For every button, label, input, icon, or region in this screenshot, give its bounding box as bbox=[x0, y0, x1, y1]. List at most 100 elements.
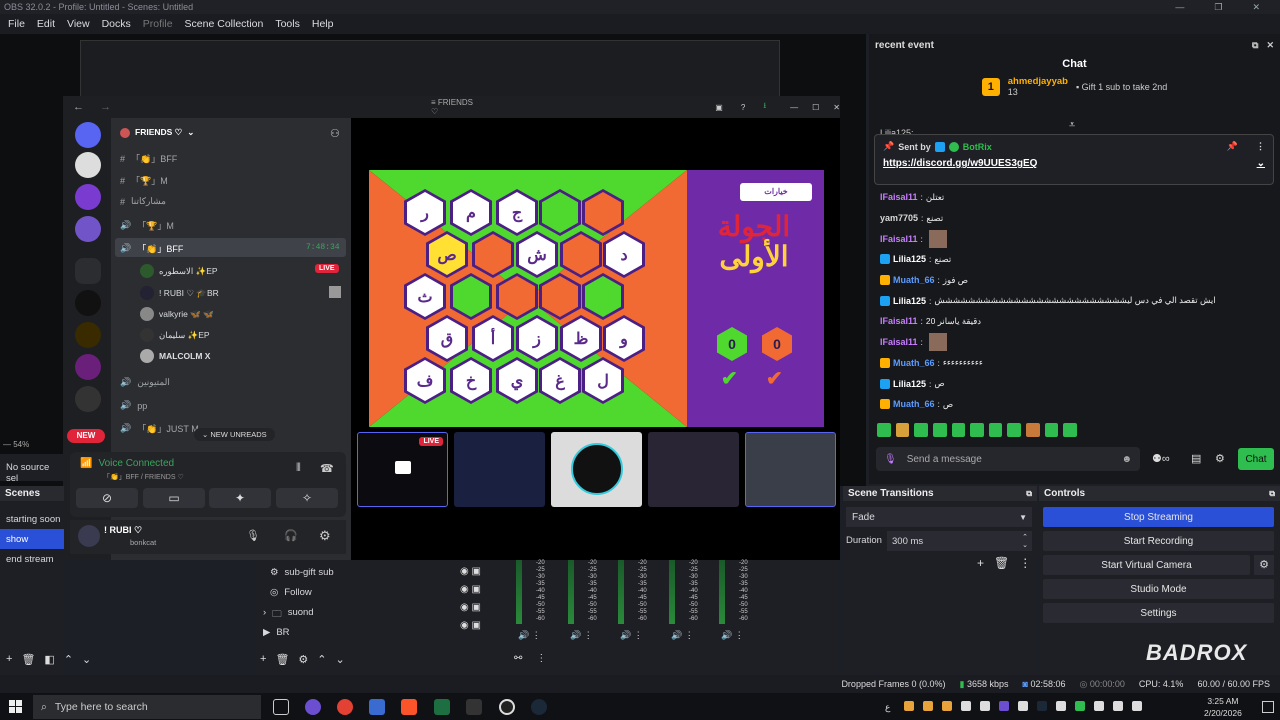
forward-icon[interactable]: → bbox=[100, 101, 111, 113]
more-icon[interactable]: ⋮ bbox=[536, 653, 546, 664]
tray-icon[interactable] bbox=[923, 701, 933, 711]
stream-thumbnail[interactable]: LIVE bbox=[357, 432, 448, 507]
close-button[interactable]: ✕ bbox=[1252, 2, 1260, 13]
disconnect-icon[interactable]: ☎ bbox=[320, 462, 334, 475]
scene-item-selected[interactable]: show bbox=[0, 529, 64, 549]
source-item[interactable]: ⚙ sub-gift sub bbox=[270, 567, 334, 578]
discord-home-icon[interactable] bbox=[75, 122, 101, 148]
unpin-icon[interactable]: 📌 bbox=[1227, 141, 1238, 152]
mute-icon[interactable]: 🔊 ⋮ bbox=[518, 630, 541, 641]
emote-icon[interactable] bbox=[914, 423, 928, 437]
up-icon[interactable]: ⌃ bbox=[64, 653, 73, 666]
server-icon[interactable] bbox=[75, 216, 101, 242]
chat-username[interactable]: IFaisal11 bbox=[880, 316, 918, 326]
down-icon[interactable]: ⌄ bbox=[82, 653, 91, 666]
participant-thumbnail[interactable] bbox=[551, 432, 642, 507]
task-view-icon[interactable] bbox=[273, 699, 289, 715]
voice-user[interactable]: MALCOLM X bbox=[140, 349, 210, 363]
float-icon[interactable]: ⧉ bbox=[1252, 40, 1258, 51]
add-icon[interactable]: + bbox=[6, 653, 12, 666]
menu-help[interactable]: Help bbox=[306, 18, 340, 30]
voice-user[interactable]: ! RUBI ♡ 🎓BR bbox=[140, 286, 219, 300]
taskbar-search[interactable]: ⌕ Type here to search bbox=[33, 695, 261, 719]
chat-username[interactable]: IFaisal11 bbox=[880, 234, 918, 244]
new-unreads-pill[interactable]: ⌄ NEW UNREADS bbox=[194, 428, 275, 441]
emote-icon[interactable] bbox=[1007, 423, 1022, 437]
avatar[interactable] bbox=[78, 525, 100, 547]
menu-profile[interactable]: Profile bbox=[137, 18, 179, 30]
soundboard-icon[interactable]: ⦀ bbox=[296, 462, 301, 475]
pinned-link[interactable]: https://discord.gg/w9UUES3gEQ ⌄ bbox=[883, 158, 1265, 169]
tray-icon[interactable] bbox=[961, 701, 971, 711]
gear-icon[interactable]: ⚙ bbox=[319, 528, 331, 544]
menu-edit[interactable]: Edit bbox=[31, 18, 61, 30]
excel-icon[interactable] bbox=[434, 699, 450, 715]
mute-icon[interactable]: 🔊 ⋮ bbox=[671, 630, 694, 641]
keyboard-language[interactable]: ع bbox=[885, 702, 890, 713]
notifications-icon[interactable] bbox=[1262, 701, 1274, 713]
camera-button[interactable]: ⊘ bbox=[76, 488, 138, 508]
settings-button[interactable]: Settings bbox=[1043, 603, 1274, 623]
minimize-button[interactable]: — bbox=[1175, 2, 1184, 13]
channel-item[interactable]: # 「👏」BFF bbox=[120, 152, 177, 165]
voice-channel-item[interactable]: 🔊 「🏆」M bbox=[120, 219, 174, 232]
trash-icon[interactable]: 🗑 bbox=[275, 653, 289, 666]
more-icon[interactable]: ⋮ bbox=[1256, 141, 1265, 152]
discord-maximize[interactable]: ☐ bbox=[812, 103, 819, 112]
chat-username[interactable]: Muath_66 bbox=[893, 358, 935, 368]
emoji-icon[interactable]: ☻ bbox=[1121, 454, 1132, 465]
microphone-icon[interactable]: 🎙 bbox=[246, 529, 260, 542]
capcut-icon[interactable] bbox=[466, 699, 482, 715]
discord-close[interactable]: ✕ bbox=[833, 103, 840, 112]
filter-icon[interactable]: ◧ bbox=[44, 653, 54, 666]
chrome-icon[interactable] bbox=[337, 699, 353, 715]
eye-icon[interactable]: ◉ ▣ bbox=[460, 620, 481, 631]
channel-item[interactable]: # مشاركاتنا bbox=[120, 196, 166, 207]
voice-channel-path[interactable]: 「👏」BFF / FRIENDS ♡ bbox=[103, 472, 184, 482]
server-icon[interactable] bbox=[75, 354, 101, 380]
tray-icon[interactable] bbox=[1056, 701, 1066, 711]
server-icon[interactable] bbox=[75, 184, 101, 210]
chat-username[interactable]: Muath_66 bbox=[893, 399, 935, 409]
eye-icon[interactable]: ◉ ▣ bbox=[460, 566, 481, 577]
down-icon[interactable]: ⌄ bbox=[336, 653, 345, 666]
participant-thumbnail[interactable] bbox=[745, 432, 836, 507]
start-icon[interactable] bbox=[9, 700, 22, 713]
voice-channel-item[interactable]: 🔊 「👏」JUST M bbox=[120, 422, 199, 435]
menu-file[interactable]: File bbox=[2, 18, 31, 30]
tray-icon[interactable] bbox=[1113, 701, 1123, 711]
scene-item[interactable]: end stream bbox=[0, 549, 64, 569]
eye-icon[interactable]: ◉ ▣ bbox=[460, 584, 481, 595]
store-icon[interactable]: ▤ bbox=[1191, 452, 1201, 465]
start-recording-button[interactable]: Start Recording bbox=[1043, 531, 1274, 551]
tray-icon[interactable] bbox=[980, 701, 990, 711]
emote-icon[interactable] bbox=[932, 423, 947, 437]
more-icon[interactable]: ⋮ bbox=[1019, 556, 1031, 570]
transition-select[interactable]: Fade ▼ bbox=[846, 507, 1032, 527]
filter-icon[interactable]: ⩡ bbox=[1069, 119, 1075, 132]
trash-icon[interactable]: 🗑 bbox=[994, 556, 1009, 570]
add-icon[interactable]: + bbox=[260, 653, 266, 666]
start-virtual-camera-button[interactable]: Start Virtual Camera bbox=[1043, 555, 1250, 575]
options-button[interactable]: خيارات bbox=[740, 183, 812, 201]
chat-username[interactable]: Lilia125 bbox=[893, 296, 926, 306]
maximize-button[interactable]: ❐ bbox=[1214, 2, 1222, 13]
expand-icon[interactable]: › bbox=[263, 607, 266, 623]
chat-username[interactable]: IFaisal11 bbox=[880, 337, 918, 347]
participant-thumbnail[interactable] bbox=[454, 432, 545, 507]
emote-icon[interactable] bbox=[1044, 423, 1059, 437]
source-group[interactable]: › 🗀 suond bbox=[263, 607, 314, 623]
voice-user[interactable]: valkyrie 🦋 🦋 bbox=[140, 307, 214, 321]
studio-mode-button[interactable]: Studio Mode bbox=[1043, 579, 1274, 599]
screenshare-button[interactable]: ▭ bbox=[143, 488, 205, 508]
chat-username[interactable]: yam7705 bbox=[880, 213, 918, 223]
stream-preview-icon[interactable] bbox=[329, 286, 341, 298]
gear-icon[interactable]: ⚙ bbox=[1215, 452, 1225, 465]
float-icon[interactable]: ⧉ bbox=[1026, 489, 1032, 499]
voice-channel-item[interactable]: 🔊 المتيونين bbox=[120, 377, 170, 388]
server-icon[interactable] bbox=[75, 152, 101, 178]
server-icon[interactable] bbox=[75, 386, 101, 412]
tray-icon[interactable] bbox=[1018, 701, 1028, 711]
voice-channel-item[interactable]: 🔊 「👏」BFF bbox=[120, 242, 183, 255]
stop-streaming-button[interactable]: Stop Streaming bbox=[1043, 507, 1274, 527]
